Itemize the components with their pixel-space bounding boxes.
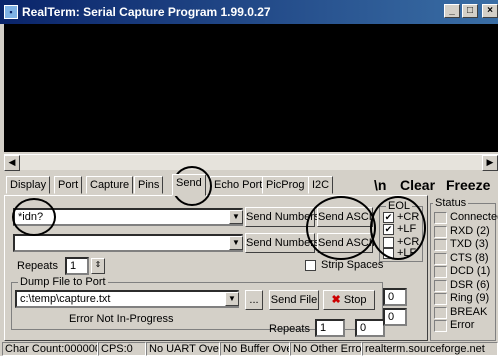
terminal-display[interactable] [4,24,498,152]
buffer-status: No Buffer Overfl [220,342,290,356]
strip-spaces-checkbox[interactable] [305,260,316,271]
browse-button[interactable]: ... [245,290,263,310]
send-line-2-dropdown-icon[interactable]: ▼ [229,236,243,250]
status-led-icon [434,320,447,332]
send-file-button[interactable]: Send File [269,290,319,310]
status-item-label: Error [450,319,475,331]
status-led-icon [434,225,447,238]
window-title: RealTerm: Serial Capture Program 1.99.0.… [22,5,271,19]
app-icon: ▪ [4,5,18,19]
send-ascii-button-1[interactable]: Send ASCII [317,207,375,227]
send-line-1-input[interactable]: *idn? [13,208,243,226]
dump-file-title: Dump File to Port [18,276,108,288]
send-panel: *idn? ▼ Send Numbers Send ASCII ▼ Send N… [4,195,428,341]
tab-echo-port[interactable]: Echo Port [210,176,267,194]
file-delay-input[interactable]: 0 [355,319,385,337]
dump-file-input[interactable]: c:\temp\capture.txt [15,290,239,308]
status-item-label: DCD (1) [450,265,491,277]
status-item-label: CTS (8) [450,251,489,264]
send-ascii-button-2[interactable]: Send ASCII [317,233,375,253]
status-led-icon [434,212,447,224]
status-item-label: BREAK [450,305,488,318]
tab-send[interactable]: Send [172,174,206,196]
status-item-label: Ring (9) [450,292,490,304]
dump-file-dropdown-icon[interactable]: ▼ [225,292,239,306]
file-repeats-input[interactable]: 1 [315,319,345,337]
eol-lf-label: +LF [397,223,417,235]
scroll-right-icon[interactable]: ▶ [482,155,498,171]
repeats-label: Repeats [17,260,58,272]
eol2-lf-checkbox[interactable] [383,248,394,259]
tab-pins[interactable]: Pins [134,176,164,194]
eol2-lf-label: +LF [397,247,417,259]
maximize-button[interactable]: □ [462,4,478,18]
status-item-label: RXD (2) [450,224,490,237]
status-bar: Char Count:0000000 CPS:0 No UART Overr N… [0,342,498,356]
status-led-icon [434,239,447,251]
tab-capture[interactable]: Capture [86,176,134,194]
tab-i2c[interactable]: I2C [308,176,334,194]
site-link[interactable]: realterm.sourceforge.net [362,342,498,356]
newline-button[interactable]: \n [374,177,386,193]
tab-picprog[interactable]: PicProg [262,176,309,194]
repeats-input[interactable]: 1 [65,257,89,275]
scroll-left-icon[interactable]: ◀ [4,155,20,171]
progress-status: Error Not In-Progress [69,313,174,325]
send-line-1-dropdown-icon[interactable]: ▼ [229,210,243,224]
status-item-label: DSR (6) [450,278,490,291]
title-bar[interactable]: ▪ RealTerm: Serial Capture Program 1.99.… [0,0,498,24]
char-count: Char Count:0000000 [2,342,98,356]
send-numbers-button-2[interactable]: Send Numbers [245,233,319,253]
other-errors: No Other Errors [290,342,362,356]
close-button[interactable]: × [482,4,498,18]
stop-label: Stop [343,294,367,306]
freeze-button[interactable]: Freeze [446,177,490,193]
repeats-spinner-icon[interactable]: ⇕ [91,258,105,274]
status-item-label: TXD (3) [450,238,489,250]
spin-a-input[interactable]: 0 [383,288,407,306]
uart-status: No UART Overr [146,342,220,356]
status-title: Status [433,197,469,209]
status-led-icon [434,293,447,305]
status-led-icon [434,252,447,265]
eol-cr-label: +CR [397,211,420,223]
status-item-label: Connected [450,211,498,223]
tab-display[interactable]: Display [6,176,51,194]
minimize-button[interactable]: _ [444,4,460,18]
cps: CPS:0 [98,342,146,356]
stop-icon: ✖ [331,294,341,306]
horizontal-scrollbar[interactable]: ◀ ▶ [4,154,498,171]
file-repeats-label: Repeats [269,323,310,335]
status-led-icon [434,279,447,292]
send-line-2-input[interactable] [13,234,243,252]
strip-spaces-label: Strip Spaces [321,259,384,271]
status-led-icon [434,266,447,278]
stop-button[interactable]: ✖ Stop [323,290,375,310]
eol-lf-checkbox[interactable]: ✔ [383,224,394,235]
tab-port[interactable]: Port [54,176,83,194]
eol2-cr-checkbox[interactable] [383,237,394,248]
eol-cr-checkbox[interactable]: ✔ [383,212,394,223]
clear-button[interactable]: Clear [400,177,435,193]
status-led-icon [434,306,447,319]
spin-b-input[interactable]: 0 [383,308,407,326]
send-numbers-button-1[interactable]: Send Numbers [245,207,319,227]
